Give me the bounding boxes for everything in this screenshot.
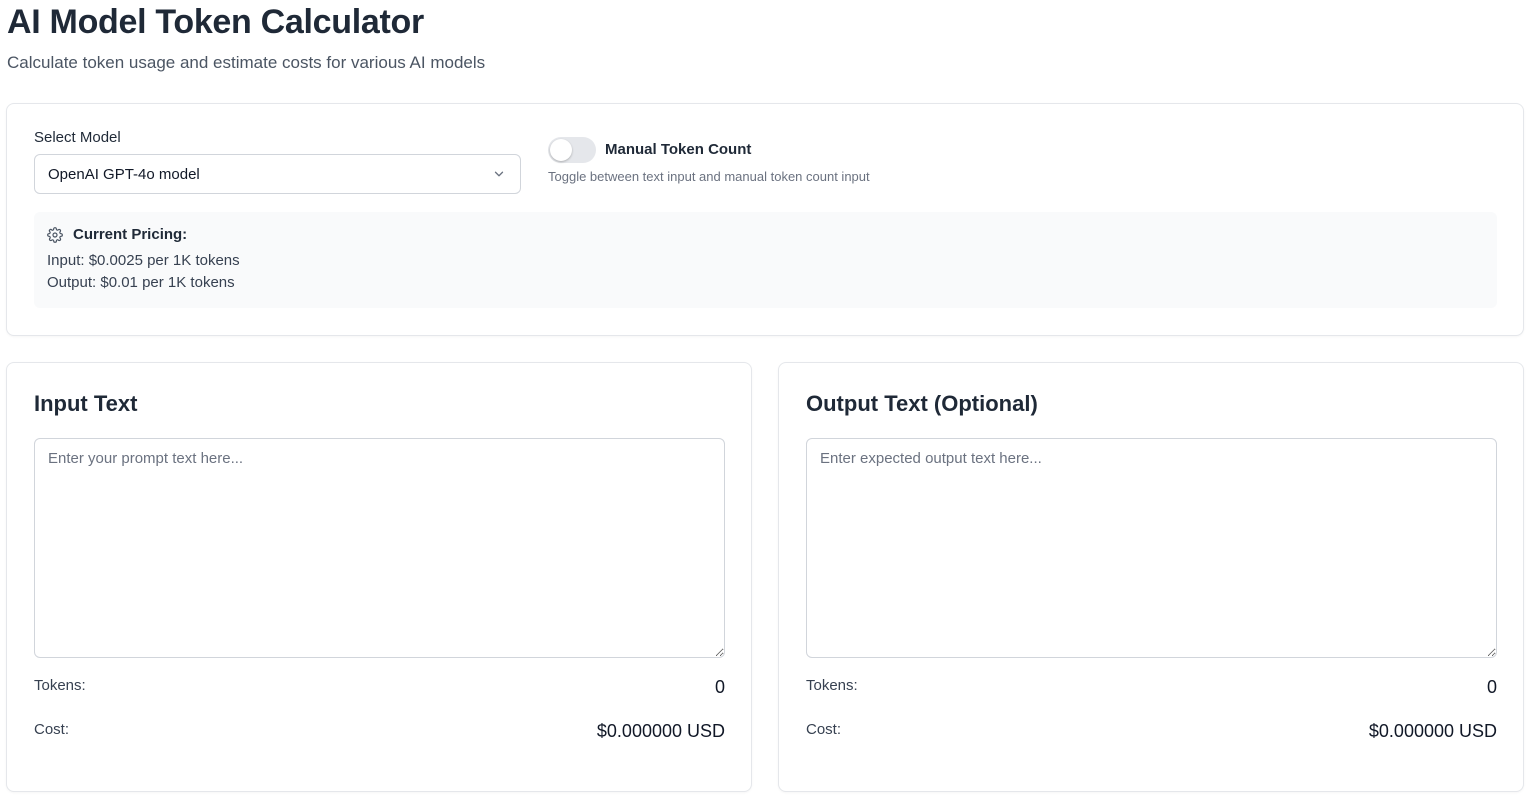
- output-text-card: Output Text (Optional) Tokens: 0 Cost: $…: [778, 362, 1524, 792]
- output-tokens-value: 0: [1486, 677, 1497, 697]
- input-tokens-value: 0: [714, 677, 725, 697]
- pricing-input-line: Input: $0.0025 per 1K tokens: [47, 252, 240, 269]
- manual-token-toggle[interactable]: [548, 137, 596, 163]
- gear-icon: [47, 226, 63, 243]
- input-tokens-label: Tokens:: [34, 677, 86, 694]
- input-text-title: Input Text: [34, 391, 138, 416]
- input-text-card: Input Text Tokens: 0 Cost: $0.000000 USD: [6, 362, 752, 792]
- output-textarea[interactable]: [806, 438, 1497, 658]
- manual-token-label: Manual Token Count: [605, 141, 752, 158]
- model-select[interactable]: OpenAI GPT-4o model: [34, 154, 521, 194]
- output-tokens-label: Tokens:: [806, 677, 858, 694]
- pricing-header: Current Pricing:: [47, 226, 187, 243]
- page-subtitle: Calculate token usage and estimate costs…: [7, 53, 486, 72]
- token-calculator-page: AI Model Token Calculator Calculate toke…: [0, 0, 1534, 797]
- page-title: AI Model Token Calculator: [7, 3, 424, 41]
- output-cost-label: Cost:: [806, 721, 842, 738]
- model-label: Select Model: [34, 129, 121, 146]
- output-text-title: Output Text (Optional): [806, 391, 1038, 416]
- chevron-down-icon: [494, 171, 504, 177]
- manual-token-help: Toggle between text input and manual tok…: [548, 169, 870, 184]
- pricing-output-line: Output: $0.01 per 1K tokens: [47, 274, 235, 291]
- input-textarea[interactable]: [34, 438, 725, 658]
- input-cost-label: Cost:: [34, 721, 70, 738]
- output-cost-value: $0.000000 USD: [1368, 721, 1497, 741]
- pricing-heading: Current Pricing:: [73, 226, 188, 243]
- toggle-knob: [550, 139, 572, 161]
- settings-card: Select Model OpenAI GPT-4o model Manual …: [6, 103, 1524, 336]
- model-select-value: OpenAI GPT-4o model: [48, 165, 200, 183]
- pricing-box: Current Pricing: Input: $0.0025 per 1K t…: [34, 212, 1497, 308]
- input-cost-value: $0.000000 USD: [596, 721, 725, 741]
